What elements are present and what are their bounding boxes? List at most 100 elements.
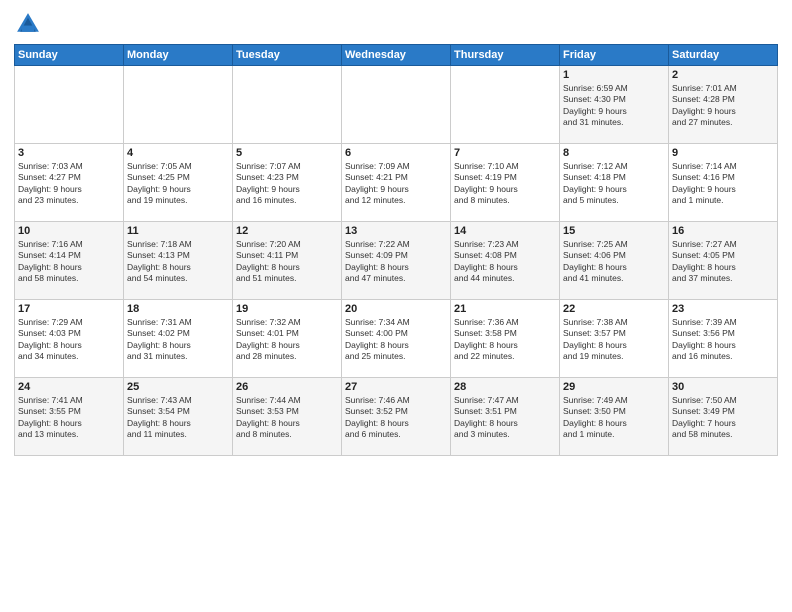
logo [14,10,46,38]
day-cell: 18 Sunrise: 7:31 AM Sunset: 4:02 PM Dayli… [124,300,233,378]
day-cell: 23 Sunrise: 7:39 AM Sunset: 3:56 PM Dayli… [669,300,778,378]
col-header-sunday: Sunday [15,45,124,66]
page: SundayMondayTuesdayWednesdayThursdayFrid… [0,0,792,612]
day-number: 13 [345,225,447,237]
day-number: 25 [127,381,229,393]
day-number: 6 [345,147,447,159]
day-number: 21 [454,303,556,315]
day-number: 11 [127,225,229,237]
col-header-friday: Friday [560,45,669,66]
day-info: Sunrise: 7:09 AM Sunset: 4:21 PM Dayligh… [345,161,447,207]
day-cell: 26Sunrise: 7:44 AM Sunset: 3:53 PM Dayli… [233,378,342,456]
day-info: Sunrise: 7:49 AM Sunset: 3:50 PM Dayligh… [563,395,665,441]
day-number: 5 [236,147,338,159]
day-info: Sunrise: 7:16 AM Sunset: 4:14 PM Dayligh… [18,239,120,285]
day-cell: 29Sunrise: 7:49 AM Sunset: 3:50 PM Dayli… [560,378,669,456]
day-number: 1 [563,69,665,81]
day-number: 20 [345,303,447,315]
day-cell: 16 Sunrise: 7:27 AM Sunset: 4:05 PM Dayli… [669,222,778,300]
day-info: Sunrise: 7:05 AM Sunset: 4:25 PM Dayligh… [127,161,229,207]
day-info: Sunrise: 7:23 AM Sunset: 4:08 PM Dayligh… [454,239,556,285]
day-info: Sunrise: 7:38 AM Sunset: 3:57 PM Dayligh… [563,317,665,363]
day-number: 12 [236,225,338,237]
header [14,10,778,38]
day-info: Sunrise: 7:29 AM Sunset: 4:03 PM Dayligh… [18,317,120,363]
day-number: 16 [672,225,774,237]
day-number: 14 [454,225,556,237]
day-cell: 25 Sunrise: 7:43 AM Sunset: 3:54 PM Dayli… [124,378,233,456]
day-number: 2 [672,69,774,81]
week-row-4: 17 Sunrise: 7:29 AM Sunset: 4:03 PM Dayli… [15,300,778,378]
day-cell: 15 Sunrise: 7:25 AM Sunset: 4:06 PM Dayli… [560,222,669,300]
week-row-5: 24 Sunrise: 7:41 AM Sunset: 3:55 PM Dayli… [15,378,778,456]
day-number: 4 [127,147,229,159]
week-row-2: 3Sunrise: 7:03 AM Sunset: 4:27 PM Daylig… [15,144,778,222]
day-cell [342,66,451,144]
day-info: Sunrise: 7:44 AM Sunset: 3:53 PM Dayligh… [236,395,338,441]
header-row: SundayMondayTuesdayWednesdayThursdayFrid… [15,45,778,66]
day-info: Sunrise: 7:47 AM Sunset: 3:51 PM Dayligh… [454,395,556,441]
day-cell: 30Sunrise: 7:50 AM Sunset: 3:49 PM Dayli… [669,378,778,456]
day-number: 19 [236,303,338,315]
day-cell [124,66,233,144]
day-info: Sunrise: 7:18 AM Sunset: 4:13 PM Dayligh… [127,239,229,285]
day-cell: 14 Sunrise: 7:23 AM Sunset: 4:08 PM Dayli… [451,222,560,300]
day-cell: 10 Sunrise: 7:16 AM Sunset: 4:14 PM Dayli… [15,222,124,300]
day-cell: 4 Sunrise: 7:05 AM Sunset: 4:25 PM Daylig… [124,144,233,222]
day-info: Sunrise: 7:14 AM Sunset: 4:16 PM Dayligh… [672,161,774,207]
day-info: Sunrise: 6:59 AM Sunset: 4:30 PM Dayligh… [563,83,665,129]
day-cell: 1 Sunrise: 6:59 AM Sunset: 4:30 PM Daylig… [560,66,669,144]
day-number: 28 [454,381,556,393]
col-header-wednesday: Wednesday [342,45,451,66]
day-number: 22 [563,303,665,315]
day-number: 10 [18,225,120,237]
day-number: 8 [563,147,665,159]
day-info: Sunrise: 7:50 AM Sunset: 3:49 PM Dayligh… [672,395,774,441]
day-number: 9 [672,147,774,159]
day-cell: 12 Sunrise: 7:20 AM Sunset: 4:11 PM Dayli… [233,222,342,300]
day-info: Sunrise: 7:31 AM Sunset: 4:02 PM Dayligh… [127,317,229,363]
week-row-1: 1 Sunrise: 6:59 AM Sunset: 4:30 PM Daylig… [15,66,778,144]
day-info: Sunrise: 7:41 AM Sunset: 3:55 PM Dayligh… [18,395,120,441]
day-number: 15 [563,225,665,237]
day-number: 7 [454,147,556,159]
calendar-table: SundayMondayTuesdayWednesdayThursdayFrid… [14,44,778,456]
day-cell: 5 Sunrise: 7:07 AM Sunset: 4:23 PM Daylig… [233,144,342,222]
day-info: Sunrise: 7:34 AM Sunset: 4:00 PM Dayligh… [345,317,447,363]
week-row-3: 10 Sunrise: 7:16 AM Sunset: 4:14 PM Dayli… [15,222,778,300]
day-info: Sunrise: 7:10 AM Sunset: 4:19 PM Dayligh… [454,161,556,207]
day-info: Sunrise: 7:03 AM Sunset: 4:27 PM Dayligh… [18,161,120,207]
day-info: Sunrise: 7:22 AM Sunset: 4:09 PM Dayligh… [345,239,447,285]
day-cell: 3Sunrise: 7:03 AM Sunset: 4:27 PM Daylig… [15,144,124,222]
day-cell: 19 Sunrise: 7:32 AM Sunset: 4:01 PM Dayli… [233,300,342,378]
day-info: Sunrise: 7:39 AM Sunset: 3:56 PM Dayligh… [672,317,774,363]
day-cell: 13 Sunrise: 7:22 AM Sunset: 4:09 PM Dayli… [342,222,451,300]
day-cell: 9 Sunrise: 7:14 AM Sunset: 4:16 PM Daylig… [669,144,778,222]
day-info: Sunrise: 7:27 AM Sunset: 4:05 PM Dayligh… [672,239,774,285]
day-info: Sunrise: 7:12 AM Sunset: 4:18 PM Dayligh… [563,161,665,207]
day-info: Sunrise: 7:32 AM Sunset: 4:01 PM Dayligh… [236,317,338,363]
day-cell: 28 Sunrise: 7:47 AM Sunset: 3:51 PM Dayli… [451,378,560,456]
day-cell [451,66,560,144]
day-info: Sunrise: 7:46 AM Sunset: 3:52 PM Dayligh… [345,395,447,441]
day-cell: 7 Sunrise: 7:10 AM Sunset: 4:19 PM Daylig… [451,144,560,222]
day-number: 27 [345,381,447,393]
day-number: 17 [18,303,120,315]
col-header-thursday: Thursday [451,45,560,66]
col-header-saturday: Saturday [669,45,778,66]
day-info: Sunrise: 7:20 AM Sunset: 4:11 PM Dayligh… [236,239,338,285]
logo-icon [14,10,42,38]
day-number: 18 [127,303,229,315]
day-number: 23 [672,303,774,315]
day-cell: 8 Sunrise: 7:12 AM Sunset: 4:18 PM Daylig… [560,144,669,222]
col-header-monday: Monday [124,45,233,66]
day-info: Sunrise: 7:25 AM Sunset: 4:06 PM Dayligh… [563,239,665,285]
day-info: Sunrise: 7:01 AM Sunset: 4:28 PM Dayligh… [672,83,774,129]
day-info: Sunrise: 7:43 AM Sunset: 3:54 PM Dayligh… [127,395,229,441]
day-cell: 27 Sunrise: 7:46 AM Sunset: 3:52 PM Dayli… [342,378,451,456]
day-number: 24 [18,381,120,393]
day-cell [15,66,124,144]
day-cell: 22 Sunrise: 7:38 AM Sunset: 3:57 PM Dayli… [560,300,669,378]
day-info: Sunrise: 7:07 AM Sunset: 4:23 PM Dayligh… [236,161,338,207]
col-header-tuesday: Tuesday [233,45,342,66]
